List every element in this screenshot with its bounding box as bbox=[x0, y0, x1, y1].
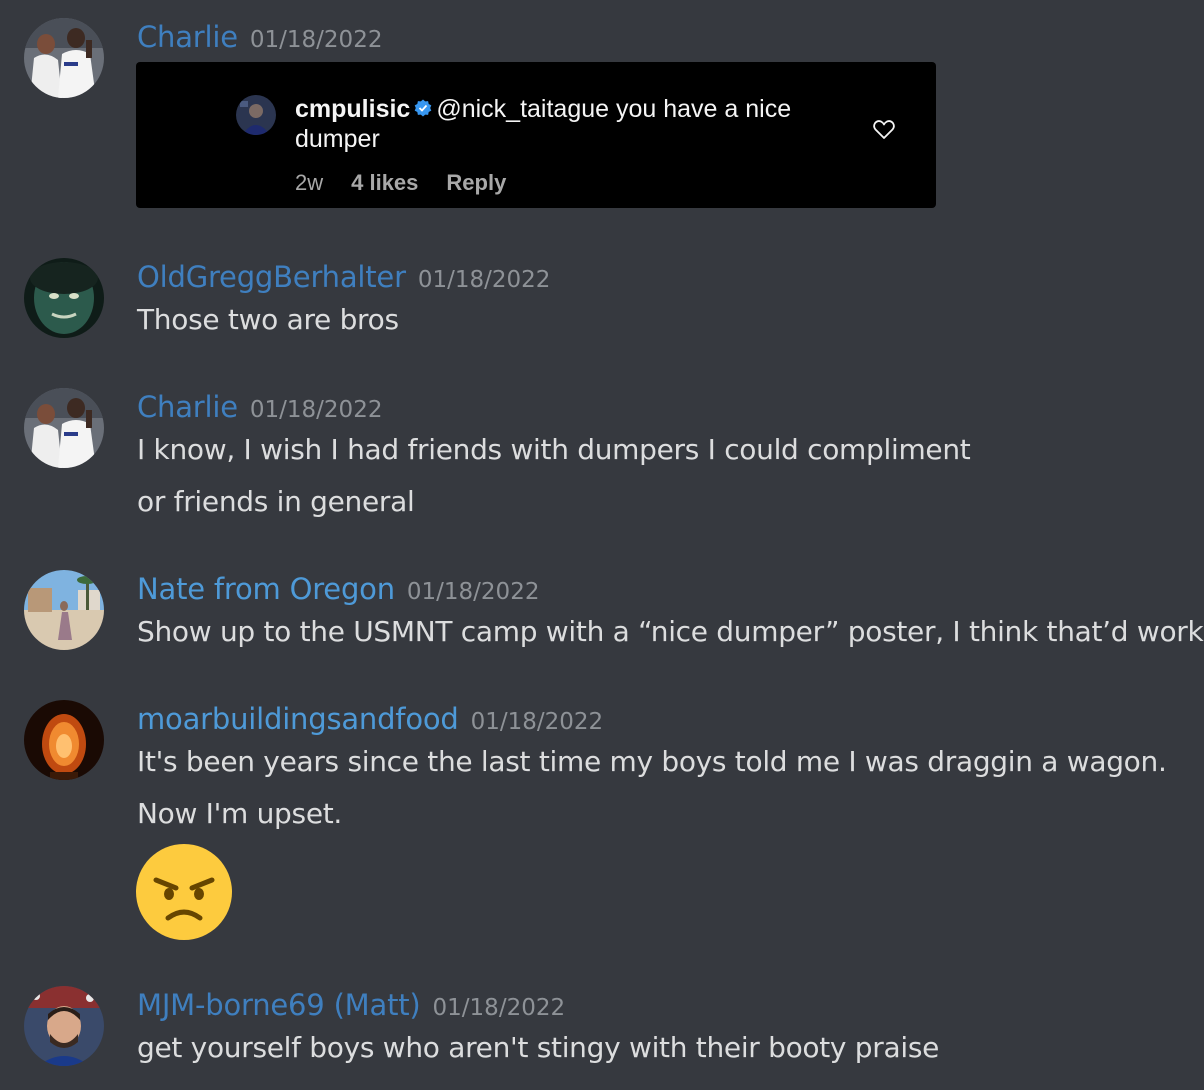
instagram-comment-embed: cmpulisic @nick_taitague you have a nice … bbox=[136, 62, 936, 208]
angry-face-emoji[interactable] bbox=[136, 844, 232, 940]
instagram-username[interactable]: cmpulisic bbox=[295, 95, 410, 123]
author-name[interactable]: Nate from Oregon bbox=[137, 572, 395, 606]
message-header: Charlie 01/18/2022 bbox=[137, 23, 382, 52]
instagram-avatar-icon bbox=[236, 95, 276, 135]
soccer-players-avatar bbox=[24, 388, 104, 468]
timestamp: 01/18/2022 bbox=[470, 709, 604, 735]
author-name[interactable]: moarbuildingsandfood bbox=[137, 702, 459, 736]
message-text: Show up to the USMNT camp with a “nice d… bbox=[137, 615, 1204, 648]
instagram-comment-text-continued: dumper bbox=[295, 125, 380, 153]
message-header: moarbuildingsandfood 01/18/2022 bbox=[137, 705, 603, 734]
author-name[interactable]: Charlie bbox=[137, 20, 238, 54]
instagram-comment-meta: 2w 4 likes Reply bbox=[295, 170, 534, 196]
avatar[interactable] bbox=[24, 700, 104, 780]
instagram-comment-text: @nick_taitague you have a nice bbox=[436, 95, 792, 123]
timestamp: 01/18/2022 bbox=[432, 995, 566, 1021]
avatar[interactable] bbox=[24, 570, 104, 650]
instagram-comment-line: cmpulisic @nick_taitague you have a nice bbox=[295, 95, 791, 124]
chat-message-list: Charlie 01/18/2022 cmpulisic @nick_taitagu… bbox=[0, 0, 1204, 1090]
timestamp: 01/18/2022 bbox=[406, 579, 540, 605]
soccer-players-avatar bbox=[24, 18, 104, 98]
author-name[interactable]: MJM-borne69 (Matt) bbox=[137, 988, 421, 1022]
beach-avatar bbox=[24, 570, 104, 650]
author-name[interactable]: Charlie bbox=[137, 390, 238, 424]
message-text: It's been years since the last time my b… bbox=[137, 745, 1167, 778]
message-header: Charlie 01/18/2022 bbox=[137, 393, 382, 422]
verified-badge-icon bbox=[415, 99, 432, 117]
avatar[interactable] bbox=[24, 388, 104, 468]
matt-avatar bbox=[24, 986, 104, 1066]
message-header: OldGreggBerhalter 01/18/2022 bbox=[137, 263, 550, 292]
message-header: Nate from Oregon 01/18/2022 bbox=[137, 575, 539, 604]
avatar[interactable] bbox=[24, 986, 104, 1066]
comment-age: 2w bbox=[295, 170, 324, 195]
message-text: I know, I wish I had friends with dumper… bbox=[137, 433, 971, 466]
timestamp: 01/18/2022 bbox=[417, 267, 551, 293]
avatar[interactable] bbox=[24, 258, 104, 338]
message-text: Those two are bros bbox=[137, 303, 399, 336]
reply-button[interactable]: Reply bbox=[446, 170, 506, 195]
heart-icon[interactable] bbox=[872, 117, 896, 141]
instagram-user-avatar[interactable] bbox=[236, 95, 276, 135]
avatar[interactable] bbox=[24, 18, 104, 98]
message-text: Now I'm upset. bbox=[137, 797, 343, 830]
message-text: get yourself boys who aren't stingy with… bbox=[137, 1031, 940, 1064]
author-name[interactable]: OldGreggBerhalter bbox=[137, 260, 406, 294]
timestamp: 01/18/2022 bbox=[249, 27, 383, 53]
comment-likes[interactable]: 4 likes bbox=[351, 170, 418, 195]
message-header: MJM-borne69 (Matt) 01/18/2022 bbox=[137, 991, 565, 1020]
old-gregg-avatar bbox=[24, 258, 104, 338]
timestamp: 01/18/2022 bbox=[249, 397, 383, 423]
message-text: or friends in general bbox=[137, 485, 415, 518]
salt-lamp-avatar bbox=[24, 700, 104, 780]
